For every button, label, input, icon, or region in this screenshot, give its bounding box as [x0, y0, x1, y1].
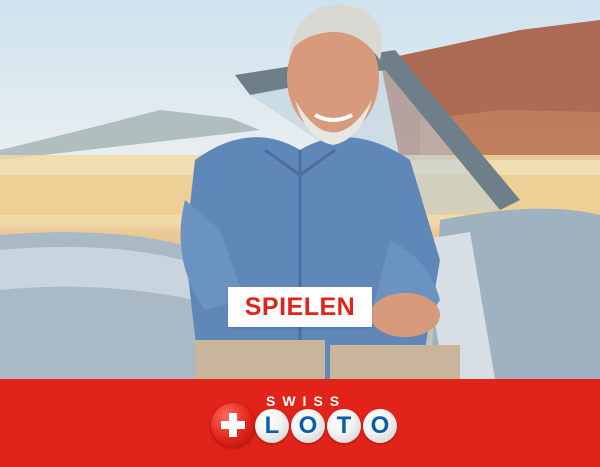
logo-swiss-text: SWISS — [266, 393, 347, 409]
swiss-loto-logo[interactable]: SWISS L O T O — [211, 391, 397, 455]
logo-letter: L — [264, 412, 280, 439]
logo-letter: O — [370, 412, 390, 439]
play-button-label: SPIELEN — [244, 292, 356, 321]
logo-ball: L — [255, 409, 289, 443]
logo-loto-balls: L O T O — [255, 409, 397, 449]
logo-ball: O — [291, 409, 325, 443]
lotto-ad-banner[interactable]: SPIELEN SWISS L O T O — [0, 0, 600, 467]
logo-ball: T — [327, 409, 361, 443]
play-button[interactable]: SPIELEN — [228, 287, 372, 327]
logo-letter: T — [336, 412, 352, 439]
logo-ball: O — [363, 409, 397, 443]
logo-letter: O — [298, 412, 318, 439]
hero-photo: SPIELEN — [0, 0, 600, 379]
swiss-cross-icon — [211, 403, 255, 447]
